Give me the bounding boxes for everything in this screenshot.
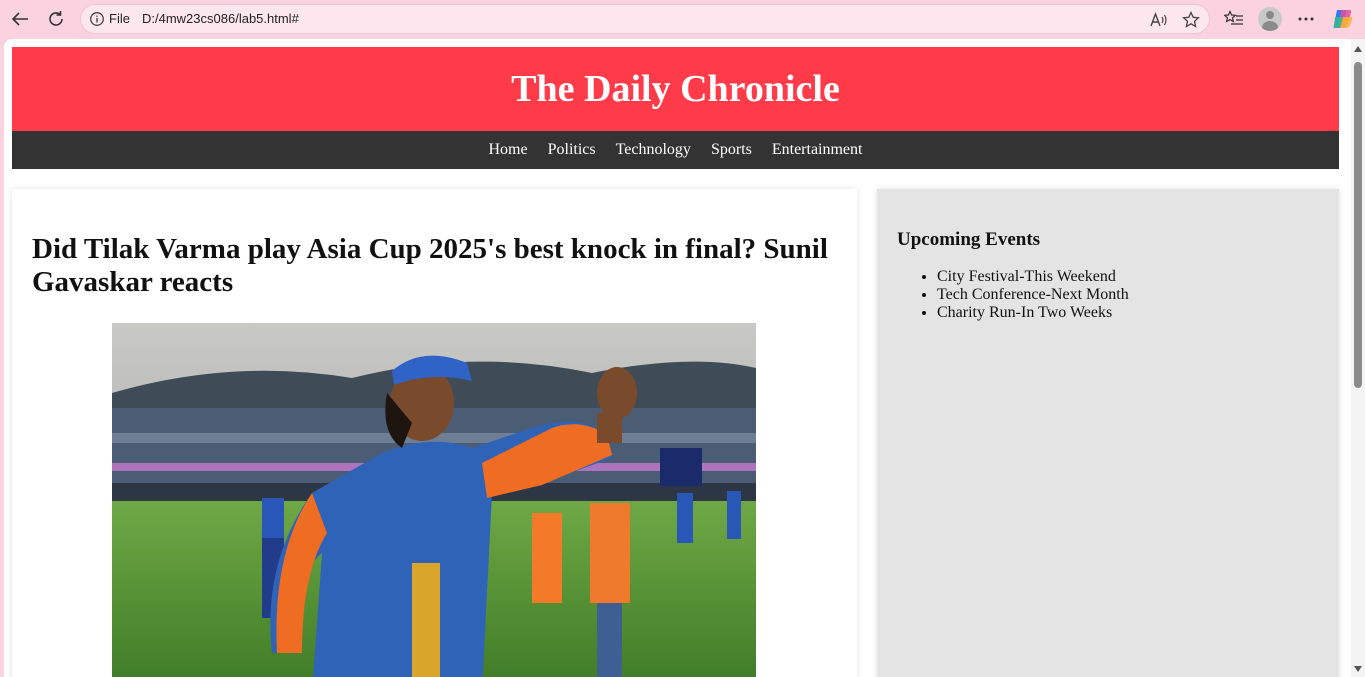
page-viewport: The Daily Chronicle Home Politics Techno… bbox=[4, 39, 1365, 677]
nav-link-sports[interactable]: Sports bbox=[701, 141, 762, 159]
nav-link-entertainment[interactable]: Entertainment bbox=[762, 141, 873, 159]
nav-link-politics[interactable]: Politics bbox=[538, 141, 606, 159]
reload-icon[interactable] bbox=[43, 7, 69, 31]
article-headline: Did Tilak Varma play Asia Cup 2025's bes… bbox=[32, 233, 828, 298]
file-scheme-label: File bbox=[109, 11, 130, 26]
info-icon[interactable] bbox=[89, 11, 105, 27]
events-list: City Festival-This Weekend Tech Conferen… bbox=[937, 268, 1129, 322]
scroll-down-arrow-icon[interactable] bbox=[1354, 666, 1362, 672]
scroll-thumb[interactable] bbox=[1354, 62, 1362, 388]
browser-toolbar: File D:/4mw23cs086/lab5.html# bbox=[0, 0, 1365, 38]
scroll-up-arrow-icon[interactable] bbox=[1354, 46, 1362, 52]
main-article: Did Tilak Varma play Asia Cup 2025's bes… bbox=[12, 189, 857, 677]
masthead: The Daily Chronicle bbox=[12, 47, 1339, 131]
more-options-icon[interactable] bbox=[1293, 7, 1319, 31]
list-item: Tech Conference-Next Month bbox=[937, 286, 1129, 304]
nav-link-home[interactable]: Home bbox=[479, 141, 538, 159]
main-nav: Home Politics Technology Sports Entertai… bbox=[12, 131, 1339, 169]
sidebar: Upcoming Events City Festival-This Weeke… bbox=[877, 189, 1339, 677]
read-aloud-icon[interactable] bbox=[1148, 9, 1170, 31]
address-bar[interactable]: File D:/4mw23cs086/lab5.html# bbox=[80, 4, 1210, 34]
list-item: Charity Run-In Two Weeks bbox=[937, 304, 1129, 322]
sidebar-heading: Upcoming Events bbox=[897, 229, 1041, 250]
back-arrow-icon[interactable] bbox=[7, 7, 33, 31]
favorites-list-icon[interactable] bbox=[1221, 7, 1247, 31]
nav-link-technology[interactable]: Technology bbox=[606, 141, 701, 159]
list-item: City Festival-This Weekend bbox=[937, 268, 1129, 286]
copilot-icon[interactable] bbox=[1330, 7, 1356, 31]
site-title: The Daily Chronicle bbox=[511, 68, 840, 110]
url-text[interactable]: D:/4mw23cs086/lab5.html# bbox=[142, 11, 299, 26]
profile-avatar[interactable] bbox=[1258, 7, 1282, 31]
vertical-scrollbar[interactable] bbox=[1351, 39, 1365, 677]
article-photo bbox=[112, 323, 756, 677]
favorite-star-icon[interactable] bbox=[1180, 9, 1202, 31]
